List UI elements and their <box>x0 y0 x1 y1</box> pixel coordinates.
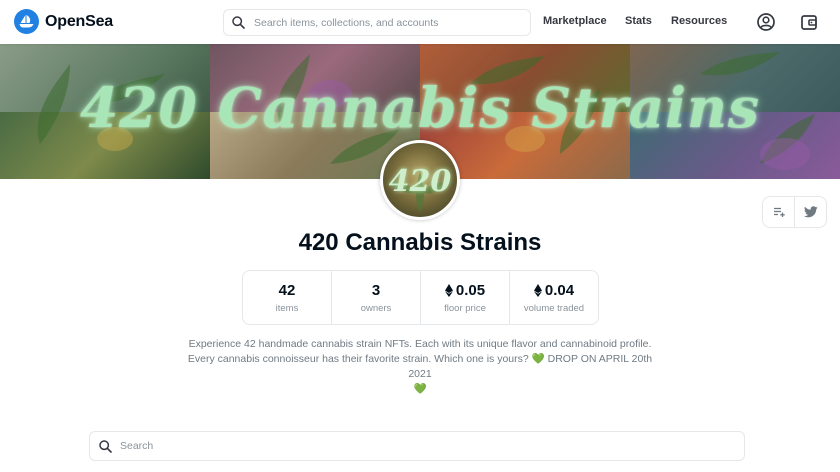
stat-owners-value: 3 <box>371 281 381 299</box>
stat-value: 3 <box>372 282 380 299</box>
collection-title: 420 Cannabis Strains <box>298 229 542 256</box>
search-icon <box>232 16 245 29</box>
collection-avatar: 420 <box>380 140 460 220</box>
stat-items-value: 42 <box>278 281 296 299</box>
avatar-text: 420 <box>388 164 452 199</box>
description-line-2: Every cannabis connoisseur has their fav… <box>187 353 529 365</box>
global-search[interactable] <box>223 9 531 36</box>
collection-items-search-input[interactable] <box>120 440 720 452</box>
collection-items-search[interactable] <box>89 431 745 461</box>
stat-floor-price[interactable]: 0.05 floor price <box>420 271 509 324</box>
search-icon <box>99 439 112 453</box>
stat-volume-traded-label: volume traded <box>523 302 585 314</box>
ethereum-icon <box>533 283 542 297</box>
ethereum-icon <box>444 283 453 297</box>
stat-floor-price-value: 0.05 <box>455 281 486 299</box>
nav-marketplace[interactable]: Marketplace <box>543 15 607 27</box>
stat-value: 42 <box>279 282 296 299</box>
collection-description: Experience 42 handmade cannabis strain N… <box>180 337 660 397</box>
twitter-icon <box>803 206 818 218</box>
stat-owners[interactable]: 3 owners <box>331 271 420 324</box>
nav-resources[interactable]: Resources <box>671 15 727 27</box>
stat-value: 0.05 <box>444 281 486 299</box>
green-heart-icon: 💚 <box>413 383 427 395</box>
stat-volume-traded[interactable]: 0.04 volume traded <box>509 271 598 324</box>
global-search-input[interactable] <box>254 16 514 29</box>
collection-stats: 42 items 3 owners 0.05 floor price 0.04 … <box>242 270 599 325</box>
stat-floor-price-label: floor price <box>444 302 486 314</box>
green-heart-icon: 💚 <box>531 353 545 365</box>
description-line-1: Experience 42 handmade cannabis strain N… <box>188 338 652 350</box>
account-icon[interactable] <box>756 12 776 32</box>
stat-value: 0.04 <box>533 281 575 299</box>
watchlist-button[interactable] <box>763 197 794 227</box>
nav-stats[interactable]: Stats <box>625 15 652 27</box>
brand-name: OpenSea <box>45 12 113 30</box>
stat-volume-traded-value: 0.04 <box>544 281 575 299</box>
top-navbar: OpenSea Marketplace Stats Resources <box>0 0 840 44</box>
add-to-watchlist-icon <box>773 207 785 217</box>
twitter-share-button[interactable] <box>794 197 826 227</box>
stat-items-label: items <box>275 302 299 314</box>
banner-title: 420 Cannabis Strains <box>79 75 761 140</box>
share-button-group <box>762 196 827 228</box>
stat-owners-label: owners <box>360 302 392 314</box>
opensea-logo[interactable]: OpenSea <box>14 9 113 34</box>
wallet-icon[interactable] <box>799 12 819 32</box>
opensea-logo-icon <box>14 9 39 34</box>
stat-items[interactable]: 42 items <box>243 271 331 324</box>
